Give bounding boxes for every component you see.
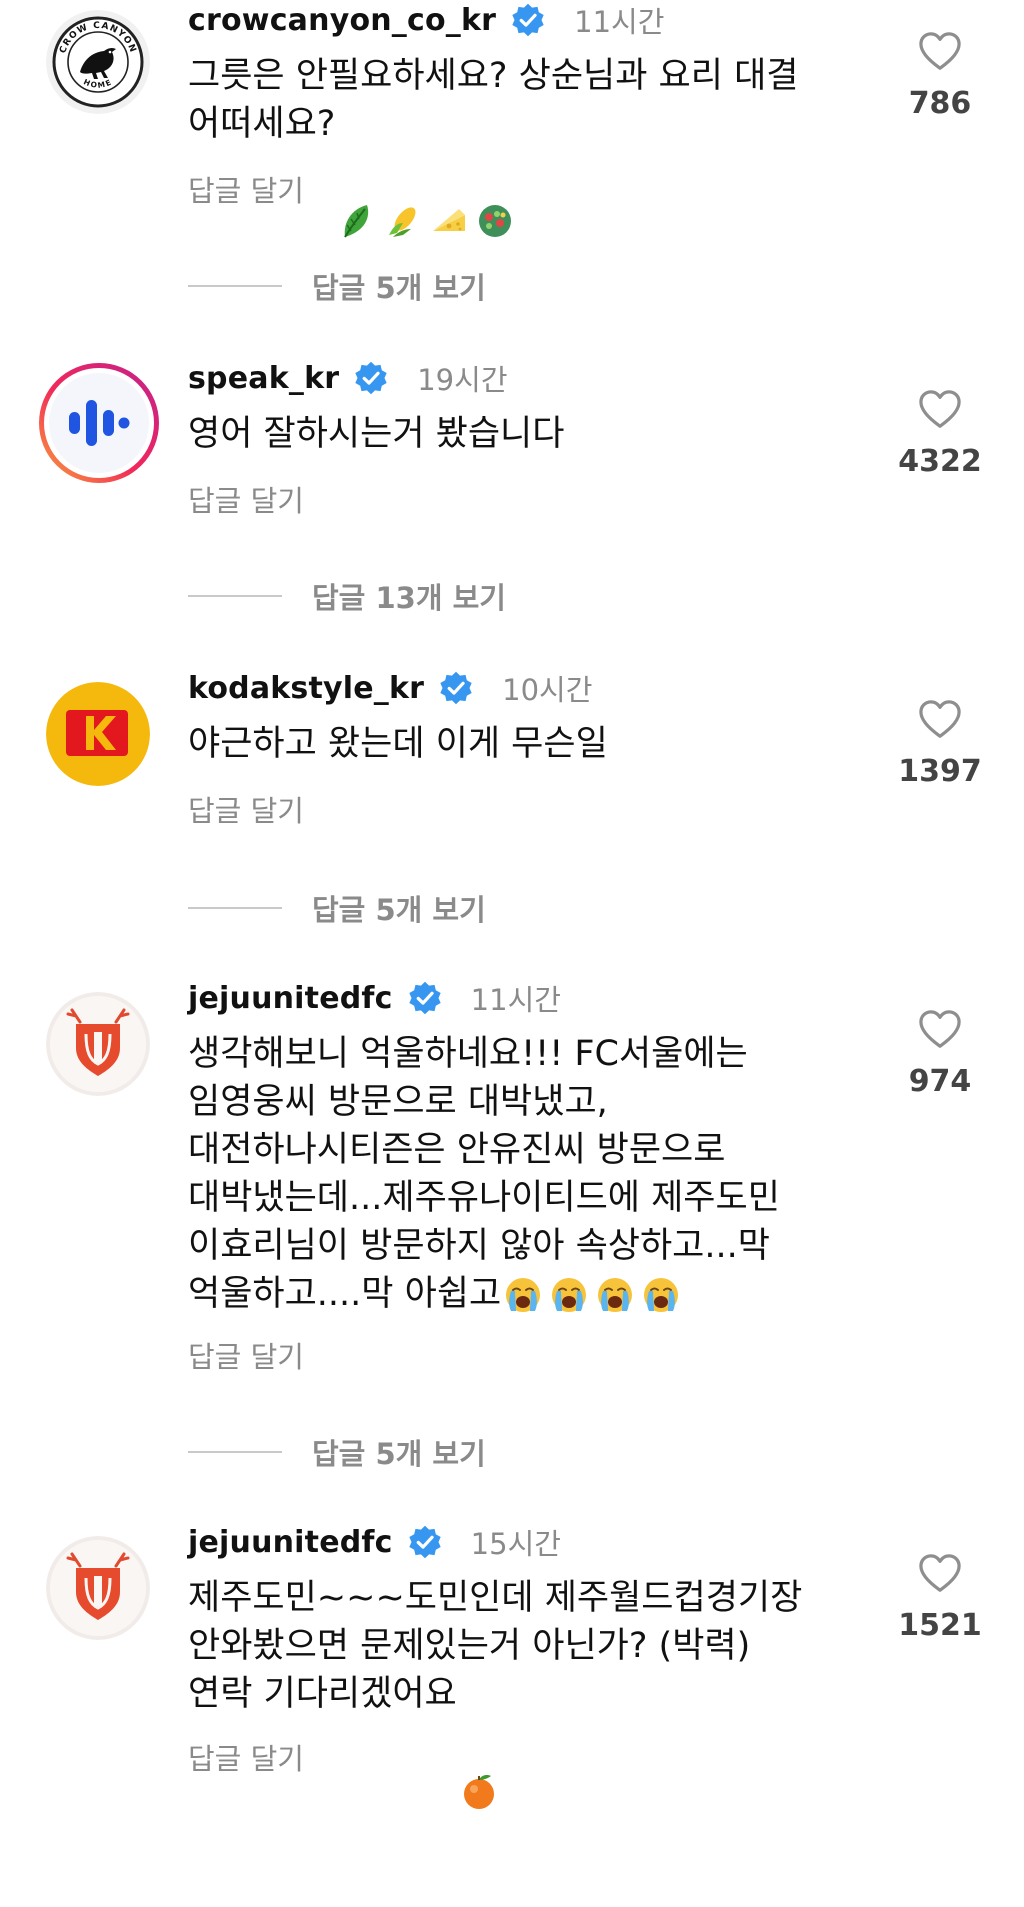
comment-text: 야근하고 왔는데 이게 무슨일	[188, 720, 858, 768]
verified-badge-icon	[407, 980, 443, 1016]
loudly-crying-icon	[641, 1275, 681, 1315]
timestamp: 11시간	[574, 5, 665, 39]
cheese-icon	[429, 105, 469, 231]
avatar[interactable]: CROW CANYON HOME	[46, 10, 150, 114]
username[interactable]: speak_kr	[188, 361, 339, 396]
divider-line	[188, 907, 282, 909]
reply-button[interactable]: 답글 달기	[188, 1736, 304, 1778]
heart-icon[interactable]	[917, 1552, 963, 1594]
view-replies-label: 답글 5개 보기	[312, 893, 486, 927]
avatar[interactable]	[46, 1536, 150, 1640]
comment-body: 생각해보니 억울하네요!!! FC서울에는 임영웅씨 방문으로 대박냈고, 대전…	[188, 1034, 780, 1314]
comment-header: crowcanyon_co_kr 11시간	[188, 0, 664, 40]
avatar[interactable]	[46, 992, 150, 1096]
view-replies-button[interactable]: 답글 5개 보기	[188, 888, 486, 928]
loudly-crying-icon	[503, 1275, 543, 1315]
emoji-group	[337, 105, 515, 238]
verified-badge-icon	[407, 1524, 443, 1560]
timestamp: 11시간	[470, 983, 561, 1017]
jeju-united-crest-icon	[46, 992, 150, 1096]
like-section: 974	[880, 1008, 1000, 1099]
username[interactable]: kodakstyle_kr	[188, 671, 424, 706]
loudly-crying-icon	[549, 1275, 589, 1315]
like-count: 974	[908, 1064, 972, 1099]
view-replies-label: 답글 5개 보기	[312, 271, 486, 305]
comment-header: jejuunitedfc 11시간	[188, 978, 561, 1018]
timestamp: 15시간	[470, 1527, 561, 1561]
view-replies-label: 답글 5개 보기	[312, 1437, 486, 1471]
like-count: 4322	[898, 444, 982, 479]
reply-button[interactable]: 답글 달기	[188, 788, 304, 830]
reply-button[interactable]: 답글 달기	[188, 1334, 304, 1376]
comment-body: 영어 잘하시는거 봤습니다	[188, 414, 565, 454]
like-section: 1397	[880, 698, 1000, 789]
view-replies-button[interactable]: 답글 5개 보기	[188, 1432, 486, 1472]
like-section: 1521	[880, 1552, 1000, 1643]
avatar[interactable]	[36, 360, 162, 486]
kodak-logo-icon	[46, 682, 150, 786]
timestamp: 19시간	[417, 363, 508, 397]
verified-badge-icon	[438, 670, 474, 706]
divider-line	[188, 1451, 282, 1453]
comment-header: kodakstyle_kr 10시간	[188, 668, 592, 708]
like-count: 786	[908, 86, 972, 121]
reply-button[interactable]: 답글 달기	[188, 168, 304, 210]
avatar[interactable]	[46, 682, 150, 786]
comment-body: 야근하고 왔는데 이게 무슨일	[188, 724, 608, 764]
tangerine-icon	[459, 1675, 499, 1809]
emoji-group	[459, 1675, 499, 1809]
view-replies-button[interactable]: 답글 5개 보기	[188, 266, 486, 306]
username[interactable]: crowcanyon_co_kr	[188, 3, 496, 38]
divider-line	[188, 285, 282, 287]
jeju-united-crest-icon	[46, 1536, 150, 1640]
speak-logo-icon	[39, 363, 159, 483]
timestamp: 10시간	[502, 673, 593, 707]
username[interactable]: jejuunitedfc	[188, 1525, 393, 1560]
reply-button[interactable]: 답글 달기	[188, 478, 304, 520]
heart-icon[interactable]	[917, 30, 963, 72]
leafy-green-icon	[337, 105, 377, 238]
heart-icon[interactable]	[917, 388, 963, 430]
like-count: 1521	[898, 1608, 982, 1643]
username[interactable]: jejuunitedfc	[188, 981, 393, 1016]
view-replies-button[interactable]: 답글 13개 보기	[188, 576, 506, 616]
corn-icon	[383, 105, 423, 237]
heart-icon[interactable]	[917, 1008, 963, 1050]
view-replies-label: 답글 13개 보기	[312, 581, 506, 615]
verified-badge-icon	[510, 2, 546, 38]
divider-line	[188, 595, 282, 597]
emoji-group	[503, 1275, 681, 1315]
comment-header: jejuunitedfc 15시간	[188, 1522, 561, 1562]
comment-text: 제주도민~~~도민인데 제주월드컵경기장 안와봤으면 문제있는거 아닌가? (박…	[188, 1574, 858, 1809]
loudly-crying-icon	[595, 1275, 635, 1315]
like-count: 1397	[898, 754, 982, 789]
comment-text: 영어 잘하시는거 봤습니다	[188, 410, 858, 458]
verified-badge-icon	[353, 360, 389, 396]
comment-text: 그릇은 안필요하세요? 상순님과 요리 대결 어떠세요?	[188, 52, 858, 238]
comment-text: 생각해보니 억울하네요!!! FC서울에는 임영웅씨 방문으로 대박냈고, 대전…	[188, 1030, 858, 1318]
like-section: 786	[880, 30, 1000, 121]
salad-icon	[475, 105, 515, 237]
heart-icon[interactable]	[917, 698, 963, 740]
comment-header: speak_kr 19시간	[188, 358, 508, 398]
crow-canyon-logo-icon: CROW CANYON HOME	[46, 10, 150, 114]
like-section: 4322	[880, 388, 1000, 479]
